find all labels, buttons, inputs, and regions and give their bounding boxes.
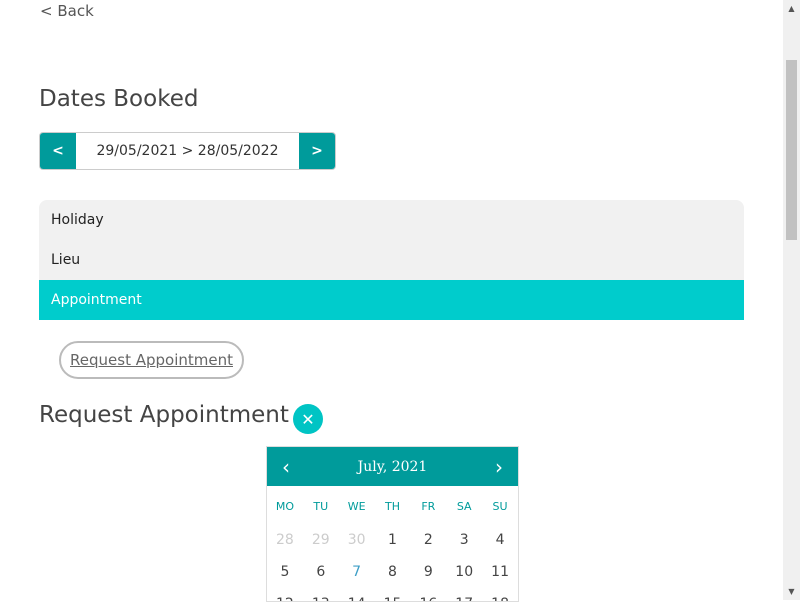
dates-booked-title: Dates Booked [39, 86, 199, 112]
close-icon[interactable]: ✕ [293, 404, 323, 434]
weekday-header: MO [275, 499, 294, 513]
request-appointment-button[interactable]: Request Appointment [59, 341, 244, 379]
calendar-day[interactable]: 9 [410, 556, 446, 588]
calendar-day[interactable]: 2 [410, 524, 446, 556]
calendar-day[interactable]: 4 [482, 524, 518, 556]
calendar-day[interactable]: 28 [267, 524, 303, 556]
previous-range-button[interactable]: < [40, 133, 76, 169]
calendar-grid: MO TU WE TH FR SA SU 28 29 30 1 2 3 4 5 … [267, 486, 518, 602]
calendar-day[interactable]: 1 [375, 524, 411, 556]
leave-type-holiday[interactable]: Holiday [39, 200, 744, 240]
back-link[interactable]: < Back [40, 2, 94, 20]
calendar-header: ‹ July, 2021 › [267, 447, 518, 486]
calendar-day[interactable]: 11 [482, 556, 518, 588]
calendar-day[interactable]: 29 [303, 524, 339, 556]
weekday-header: TH [384, 499, 400, 513]
leave-type-appointment[interactable]: Appointment [39, 280, 744, 320]
chevron-right-icon[interactable]: › [480, 455, 518, 479]
scrollbar-thumb[interactable] [786, 60, 797, 240]
chevron-left-icon[interactable]: ‹ [267, 455, 305, 479]
calendar-day[interactable]: 10 [446, 556, 482, 588]
calendar-month-label[interactable]: July, 2021 [358, 459, 428, 475]
weekday-header: TU [313, 499, 329, 513]
request-appointment-title: Request Appointment [39, 402, 289, 428]
next-range-button[interactable]: > [299, 133, 335, 169]
leave-type-lieu[interactable]: Lieu [39, 240, 744, 280]
calendar-day[interactable]: 30 [339, 524, 375, 556]
date-range-selector: < 29/05/2021 > 28/05/2022 > [39, 132, 336, 170]
calendar-day-today[interactable]: 7 [339, 556, 375, 588]
weekday-header: SU [492, 499, 508, 513]
scroll-up-arrow-icon[interactable]: ▲ [783, 0, 800, 17]
weekday-header: SA [456, 499, 472, 513]
weekday-header: FR [421, 499, 436, 513]
leave-type-list: Holiday Lieu Appointment [39, 200, 744, 320]
scroll-down-arrow-icon[interactable]: ▼ [783, 583, 800, 600]
date-picker-calendar: ‹ July, 2021 › MO TU WE TH FR SA SU 28 2… [266, 446, 519, 602]
calendar-day[interactable]: 3 [446, 524, 482, 556]
weekday-header: WE [347, 499, 366, 513]
date-range-text: 29/05/2021 > 28/05/2022 [76, 133, 299, 169]
page-scrollbar[interactable]: ▲ ▼ [783, 0, 800, 600]
calendar-day[interactable]: 5 [267, 556, 303, 588]
calendar-day[interactable]: 6 [303, 556, 339, 588]
calendar-day[interactable]: 8 [375, 556, 411, 588]
